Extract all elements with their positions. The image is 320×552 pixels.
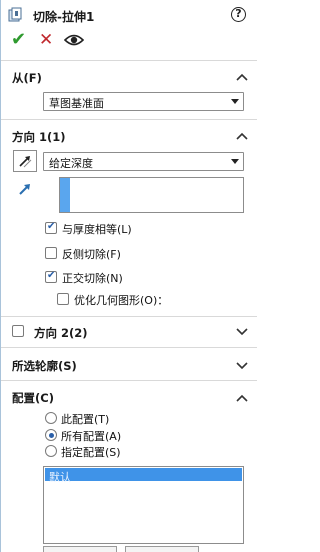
divider — [1, 60, 257, 61]
bottom-button[interactable] — [125, 546, 199, 552]
end-condition-value: 给定深度 — [49, 157, 93, 170]
depth-selection-indicator — [60, 178, 70, 212]
checkbox-label: 反侧切除(F) — [62, 248, 121, 261]
divider — [1, 119, 257, 120]
dropdown-arrow-icon — [231, 159, 239, 164]
from-dropdown-value: 草图基准面 — [49, 97, 104, 110]
chevron-down-icon[interactable] — [236, 362, 248, 370]
checkbox-label: 优化几何图形(O)： — [74, 294, 169, 307]
checkbox-optimize-geometry[interactable] — [57, 293, 69, 305]
radio-label: 指定配置(S) — [61, 446, 121, 459]
radio-label: 此配置(T) — [61, 413, 110, 426]
list-item-label: 默认 — [49, 471, 71, 484]
depth-selection-box[interactable] — [59, 177, 244, 213]
ok-icon[interactable]: ✔ — [11, 31, 29, 49]
dropdown-arrow-icon — [231, 99, 239, 104]
checkbox-label: 与厚度相等(L) — [62, 223, 132, 236]
reverse-direction-button[interactable] — [13, 150, 37, 172]
list-item[interactable]: 默认 — [45, 468, 242, 484]
section-title-from: 从(F) — [12, 71, 42, 85]
bottom-button[interactable] — [43, 546, 117, 552]
section-title-configuration: 配置(C) — [12, 391, 54, 405]
chevron-up-icon[interactable] — [236, 73, 248, 81]
section-title-direction1: 方向 1(1) — [12, 130, 66, 144]
checkbox-normal-cut[interactable] — [45, 270, 57, 283]
cancel-icon[interactable]: ✕ — [39, 31, 57, 49]
radio-all-configurations[interactable] — [45, 429, 57, 441]
direction-arrow-icon — [19, 184, 30, 195]
eye-icon[interactable] — [64, 33, 84, 47]
from-dropdown[interactable]: 草图基准面 — [43, 92, 244, 111]
property-manager-panel: 切除-拉伸1 ? ✔ ✕ 从(F) 草图基准面 方向 1(1) 给定深度 ✔ 与… — [0, 0, 257, 552]
checkbox-flip-side-to-cut[interactable] — [45, 247, 57, 259]
section-title-direction2: 方向 2(2) — [34, 326, 88, 340]
reverse-direction-icon — [19, 156, 32, 168]
radio-specify-configurations[interactable] — [45, 445, 57, 457]
chevron-down-icon[interactable] — [236, 328, 248, 336]
radio-label: 所有配置(A) — [61, 430, 122, 443]
divider — [1, 347, 257, 348]
divider — [1, 380, 257, 381]
extrude-cut-icon — [8, 7, 22, 22]
checkbox-label: 正交切除(N) — [62, 272, 123, 285]
chevron-up-icon[interactable] — [236, 132, 248, 140]
end-condition-dropdown[interactable]: 给定深度 — [43, 152, 244, 171]
radio-this-configuration[interactable] — [45, 412, 57, 424]
help-icon[interactable]: ? — [231, 7, 246, 22]
chevron-up-icon[interactable] — [236, 394, 248, 402]
checkbox-equal-thickness[interactable] — [45, 221, 57, 234]
divider — [1, 316, 257, 317]
checkbox-direction2[interactable] — [12, 325, 24, 337]
configuration-list[interactable]: 默认 — [43, 466, 244, 544]
page-title: 切除-拉伸1 — [33, 10, 95, 24]
section-title-selected-contours: 所选轮廓(S) — [12, 359, 77, 373]
